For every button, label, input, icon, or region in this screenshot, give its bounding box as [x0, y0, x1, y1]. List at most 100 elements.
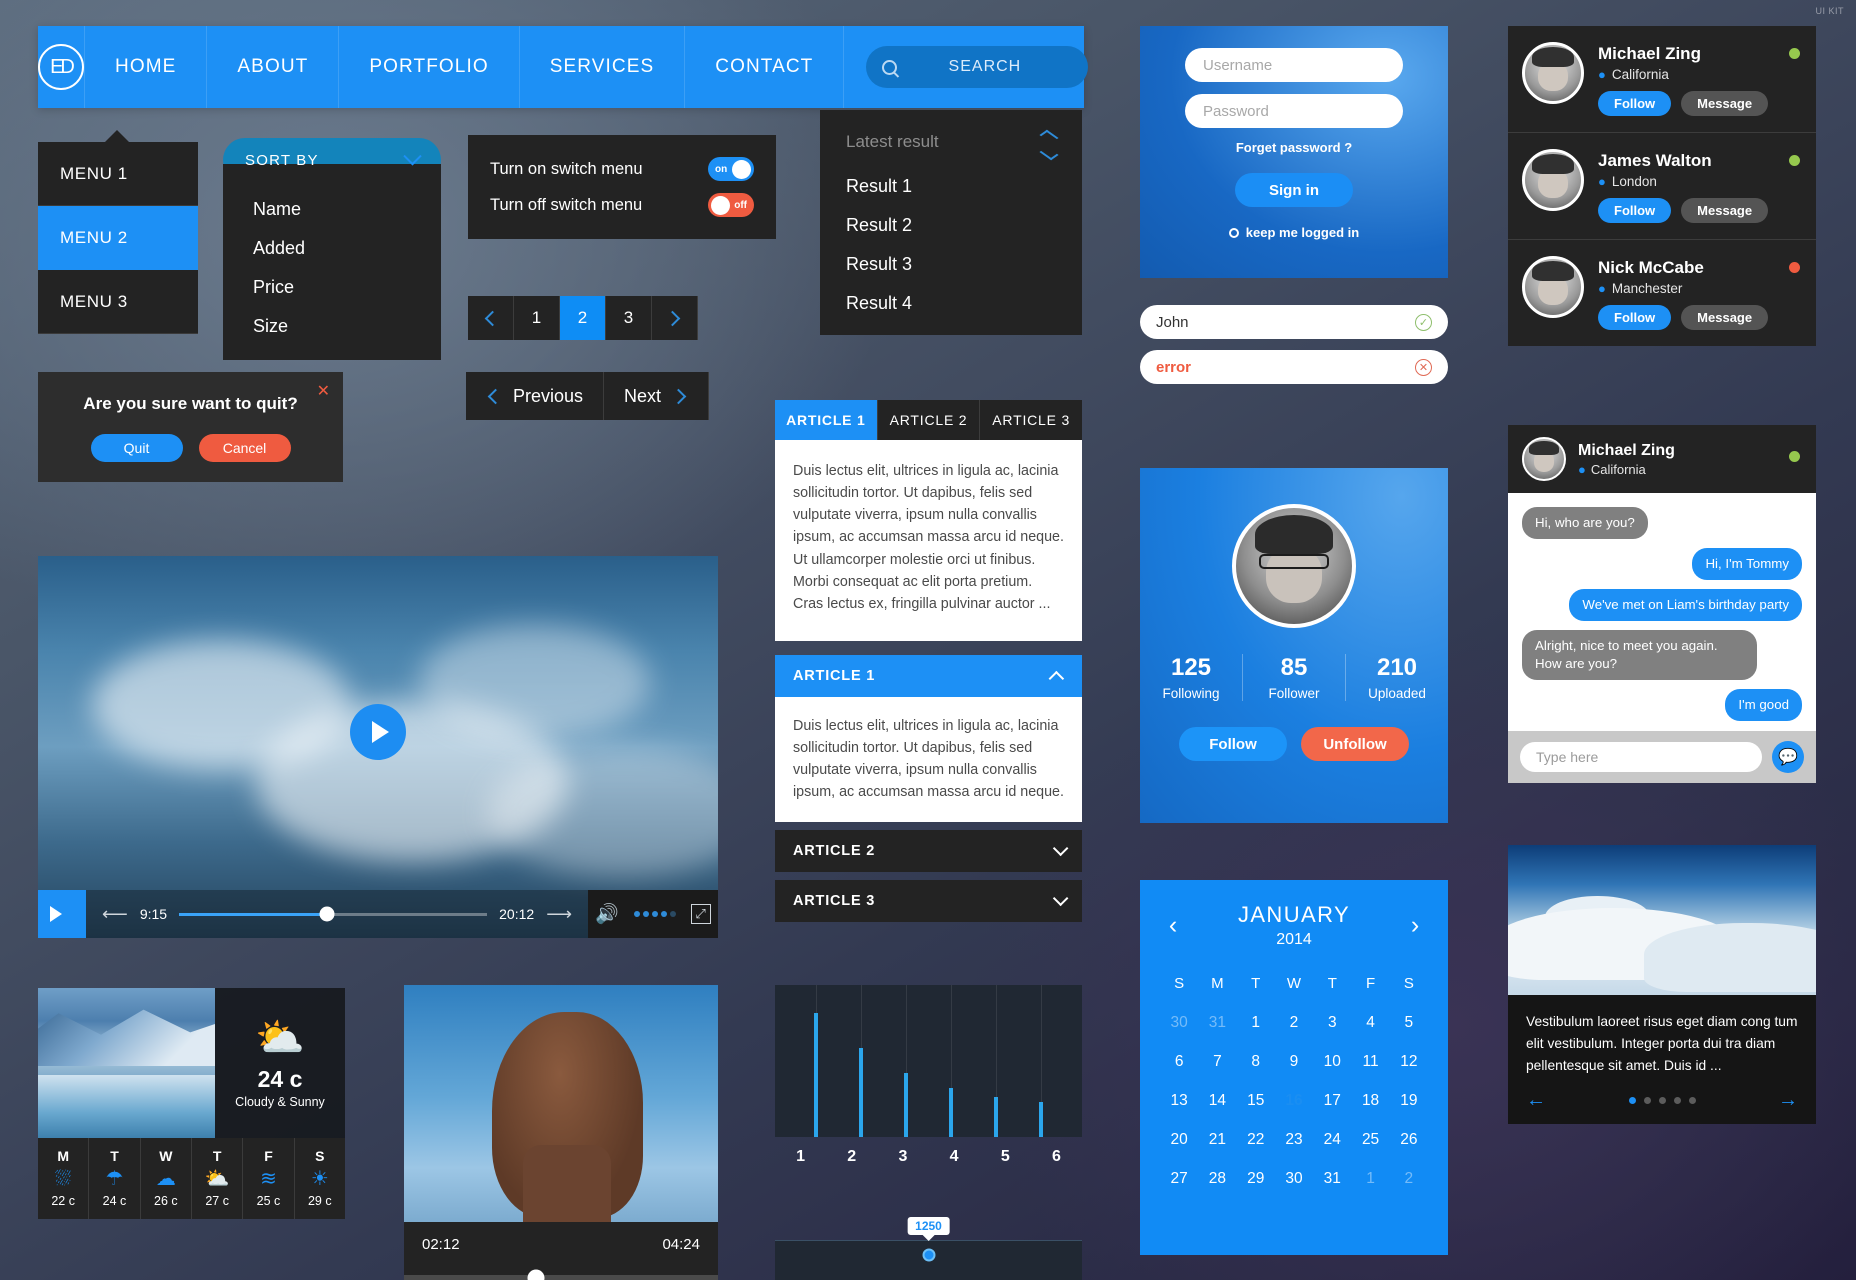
accordion-header-article-3[interactable]: ARTICLE 3: [775, 879, 1082, 922]
calendar-day[interactable]: 17: [1313, 1086, 1351, 1116]
calendar-day[interactable]: 31: [1313, 1164, 1351, 1194]
calendar-day[interactable]: 9: [1275, 1047, 1313, 1077]
calendar-day[interactable]: 15: [1237, 1086, 1275, 1116]
forecast-day[interactable]: M ⛆ 22 c: [38, 1138, 90, 1219]
calendar-day[interactable]: 10: [1313, 1047, 1351, 1077]
sort-updown-icon[interactable]: [1039, 129, 1059, 161]
calendar-day[interactable]: 30: [1275, 1164, 1313, 1194]
carousel-dot[interactable]: [1658, 1097, 1666, 1105]
video-player[interactable]: ⟵ 9:15 20:12 ⟶ 🔊: [38, 556, 718, 938]
carousel-next-icon[interactable]: →: [1778, 1089, 1798, 1112]
close-icon[interactable]: ✕: [317, 381, 330, 401]
calendar-next-button[interactable]: ›: [1402, 911, 1428, 940]
menu-item-2[interactable]: MENU 2: [38, 206, 198, 270]
calendar-day[interactable]: 19: [1390, 1086, 1428, 1116]
calendar-day[interactable]: 6: [1160, 1047, 1198, 1077]
nav-item-contact[interactable]: CONTACT: [685, 26, 845, 108]
result-item-3[interactable]: Result 3: [846, 254, 1056, 275]
toggle-switch-off[interactable]: off: [708, 193, 754, 217]
volume-icon[interactable]: 🔊: [595, 902, 619, 926]
chart-bar[interactable]: [994, 1097, 999, 1137]
search-input[interactable]: SEARCH: [866, 46, 1089, 88]
nav-item-about[interactable]: ABOUT: [207, 26, 340, 108]
forecast-day[interactable]: S ☀ 29 c: [295, 1138, 345, 1219]
accordion-header-article-1[interactable]: ARTICLE 1: [775, 655, 1082, 697]
calendar-day[interactable]: 14: [1198, 1086, 1236, 1116]
carousel-prev-icon[interactable]: ←: [1526, 1089, 1546, 1112]
calendar-day[interactable]: 5: [1390, 1008, 1428, 1038]
carousel-dot[interactable]: [1643, 1097, 1651, 1105]
calendar-day[interactable]: 20: [1160, 1125, 1198, 1155]
carousel-dot[interactable]: [1673, 1097, 1681, 1105]
calendar-day[interactable]: 18: [1351, 1086, 1389, 1116]
calendar-day-selected[interactable]: 16: [1275, 1086, 1313, 1116]
portrait-video-player[interactable]: 02:12 04:24: [404, 985, 718, 1280]
chart-bar[interactable]: [903, 1072, 908, 1137]
result-item-4[interactable]: Result 4: [846, 293, 1056, 314]
calendar-day[interactable]: 1: [1351, 1164, 1389, 1194]
forecast-day[interactable]: T ☂ 24 c: [89, 1138, 141, 1219]
follow-button[interactable]: Follow: [1179, 727, 1287, 761]
calendar-day[interactable]: 30: [1160, 1008, 1198, 1038]
password-field[interactable]: Password: [1185, 94, 1403, 128]
logo[interactable]: ED: [38, 26, 85, 108]
message-button[interactable]: Message: [1681, 91, 1769, 116]
message-button[interactable]: Message: [1681, 198, 1769, 223]
play-button[interactable]: [38, 890, 86, 938]
video2-progress-bar[interactable]: [404, 1269, 718, 1280]
volume-level-indicator[interactable]: [633, 911, 676, 917]
radio-icon[interactable]: [1228, 227, 1239, 238]
calendar-day[interactable]: 13: [1160, 1086, 1198, 1116]
nav-item-services[interactable]: SERVICES: [520, 26, 686, 108]
calendar-day[interactable]: 2: [1390, 1164, 1428, 1194]
calendar-day[interactable]: 29: [1237, 1164, 1275, 1194]
calendar-day[interactable]: 28: [1198, 1164, 1236, 1194]
calendar-day[interactable]: 7: [1198, 1047, 1236, 1077]
menu-item-3[interactable]: MENU 3: [38, 270, 198, 334]
nav-item-home[interactable]: HOME: [85, 26, 208, 108]
video-progress-handle[interactable]: [319, 906, 335, 922]
forecast-day[interactable]: W ☁ 26 c: [141, 1138, 192, 1219]
menu-item-1[interactable]: MENU 1: [38, 142, 198, 206]
line-chart-point[interactable]: [922, 1248, 935, 1262]
fullscreen-icon[interactable]: [690, 904, 711, 924]
pagination-page-1[interactable]: 1: [514, 296, 560, 340]
keep-logged-in-row[interactable]: keep me logged in: [1185, 225, 1403, 240]
sort-option-size[interactable]: Size: [223, 307, 441, 346]
rewind-icon[interactable]: ⟵: [102, 904, 128, 925]
tab-article-1[interactable]: ARTICLE 1: [775, 400, 878, 440]
tab-article-3[interactable]: ARTICLE 3: [980, 400, 1083, 440]
video-progress-bar[interactable]: [179, 906, 488, 922]
chat-input[interactable]: Type here: [1520, 741, 1762, 772]
calendar-day[interactable]: 31: [1198, 1008, 1236, 1038]
calendar-day[interactable]: 12: [1390, 1047, 1428, 1077]
calendar-day[interactable]: 25: [1351, 1125, 1389, 1155]
quit-button[interactable]: Quit: [90, 434, 183, 462]
calendar-day[interactable]: 2: [1275, 1008, 1313, 1038]
pagination-next-button[interactable]: [652, 296, 698, 340]
pagination-prev-button[interactable]: [468, 296, 514, 340]
follow-button[interactable]: Follow: [1598, 91, 1672, 116]
tab-article-2[interactable]: ARTICLE 2: [877, 400, 981, 440]
cancel-button[interactable]: Cancel: [198, 434, 291, 462]
valid-input-field[interactable]: John ✓: [1140, 305, 1448, 339]
unfollow-button[interactable]: Unfollow: [1301, 727, 1409, 761]
carousel-dot[interactable]: [1628, 1097, 1636, 1105]
forecast-day[interactable]: F ≋ 25 c: [243, 1138, 295, 1219]
sort-option-name[interactable]: Name: [223, 190, 441, 229]
chart-bar[interactable]: [949, 1087, 954, 1137]
calendar-day[interactable]: 24: [1313, 1125, 1351, 1155]
forward-icon[interactable]: ⟶: [546, 904, 572, 925]
calendar-day[interactable]: 21: [1198, 1125, 1236, 1155]
result-item-1[interactable]: Result 1: [846, 176, 1056, 197]
sort-option-added[interactable]: Added: [223, 229, 441, 268]
carousel-dot[interactable]: [1688, 1097, 1696, 1105]
forget-password-link[interactable]: Forget password ?: [1185, 140, 1403, 155]
sort-option-price[interactable]: Price: [223, 268, 441, 307]
calendar-day[interactable]: 3: [1313, 1008, 1351, 1038]
calendar-day[interactable]: 22: [1237, 1125, 1275, 1155]
chart-bar[interactable]: [858, 1047, 863, 1137]
send-bubble-icon[interactable]: 💬: [1772, 740, 1804, 773]
calendar-day[interactable]: 4: [1351, 1008, 1389, 1038]
forecast-day[interactable]: T ⛅ 27 c: [192, 1138, 244, 1219]
